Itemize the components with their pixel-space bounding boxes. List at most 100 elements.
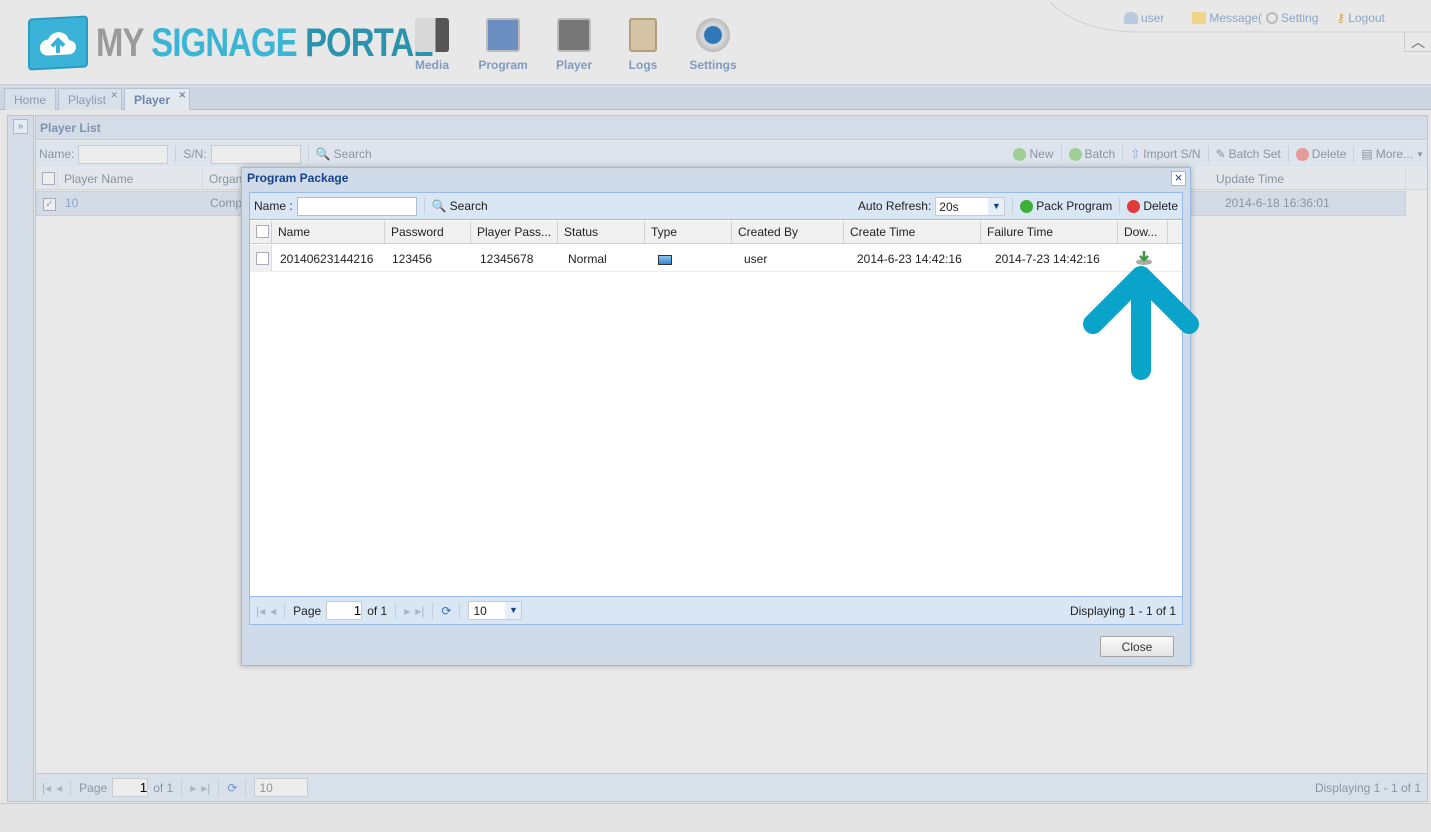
first-page-icon[interactable]: |◂: [256, 604, 265, 618]
player-icon: [557, 18, 591, 52]
status-bar: [0, 803, 1431, 832]
select-all-checkbox[interactable]: [256, 225, 269, 238]
column-created-by[interactable]: Created By: [732, 221, 844, 243]
add-icon: [1013, 147, 1027, 161]
nav-player[interactable]: Player: [539, 18, 609, 72]
close-tab-icon[interactable]: ✕: [110, 90, 118, 101]
settings-icon: [696, 18, 730, 52]
panel-title: Player List: [36, 116, 1427, 140]
row-checkbox[interactable]: [256, 252, 269, 265]
nav-media[interactable]: Media: [397, 18, 467, 72]
column-failure-time[interactable]: Failure Time: [981, 221, 1118, 243]
page-size-select[interactable]: 10 ▼: [468, 601, 523, 620]
add-icon: [1068, 147, 1082, 161]
table-icon: ▤: [1361, 147, 1373, 161]
column-password[interactable]: Password: [385, 221, 471, 243]
user-link[interactable]: user: [1124, 11, 1164, 25]
delete-button[interactable]: Delete: [1295, 147, 1346, 161]
search-icon: 🔍: [315, 147, 331, 161]
sidebar-collapsed: »: [7, 115, 34, 802]
dialog-title: Program Package: [247, 171, 349, 185]
refresh-icon[interactable]: ⟳: [227, 781, 237, 795]
column-player-password[interactable]: Player Pass...: [471, 221, 558, 243]
message-link[interactable]: Message(: [1192, 11, 1262, 25]
package-name-input[interactable]: [296, 196, 417, 216]
screen-icon: [658, 255, 672, 265]
user-icon: [1124, 12, 1138, 24]
package-pager: |◂◂ Page of 1 ▸▸| ⟳ 10▼ Displaying 1 - 1…: [250, 596, 1182, 624]
remove-icon: [1127, 199, 1141, 213]
page-input[interactable]: [326, 601, 363, 620]
close-button[interactable]: Close: [1100, 636, 1174, 657]
sn-input[interactable]: [210, 144, 301, 164]
prev-page-icon[interactable]: ◂: [56, 781, 62, 795]
dialog-body: Name : 🔍 Search Auto Refresh: 20s ▼ Pack P…: [249, 192, 1183, 625]
tab-player[interactable]: Player ✕: [124, 88, 190, 110]
first-page-icon[interactable]: |◂: [42, 781, 51, 795]
close-icon[interactable]: ×: [1171, 171, 1186, 186]
next-page-icon[interactable]: ▸: [190, 781, 196, 795]
select-all-checkbox[interactable]: [42, 172, 55, 185]
page-input[interactable]: [112, 778, 149, 797]
batch-set-button[interactable]: ✎ Batch Set: [1216, 147, 1281, 161]
package-grid-header: Name Password Player Pass... Status Type…: [250, 221, 1182, 244]
column-name[interactable]: Name: [272, 221, 385, 243]
remove-icon: [1295, 147, 1309, 161]
package-search-button[interactable]: 🔍 Search: [432, 199, 488, 213]
prev-page-icon[interactable]: ◂: [270, 604, 276, 618]
next-page-icon[interactable]: ▸: [404, 604, 410, 618]
logs-icon: [629, 18, 657, 52]
search-icon: 🔍: [431, 199, 447, 213]
column-download[interactable]: Dow...: [1118, 221, 1168, 243]
table-row[interactable]: 20140623144216 123456 12345678 Normal us…: [250, 245, 1182, 272]
player-pager: |◂◂ Page of 1 ▸▸| ⟳ 10 Displaying 1 - 1 …: [36, 773, 1427, 801]
player-toolbar: Name: S/N: 🔍 Search New Batch ⇧ Import S/N…: [36, 141, 1427, 167]
auto-refresh-select[interactable]: 20s ▼: [935, 196, 1006, 216]
header: MY SIGNAGE PORTAL Media Program Player L…: [0, 0, 1431, 86]
row-checkbox[interactable]: ✓: [43, 198, 56, 211]
column-create-time[interactable]: Create Time: [844, 221, 981, 243]
nav-settings[interactable]: Settings: [678, 18, 748, 72]
logout-link[interactable]: ⚷ Logout: [1336, 11, 1385, 25]
pack-program-button[interactable]: Pack Program: [1020, 199, 1112, 213]
column-type[interactable]: Type: [645, 221, 732, 243]
program-icon: [486, 18, 520, 52]
column-status[interactable]: Status: [558, 221, 645, 243]
package-delete-button[interactable]: Delete: [1127, 199, 1178, 213]
last-page-icon[interactable]: ▸|: [415, 604, 424, 618]
envelope-icon: [1192, 12, 1207, 24]
last-page-icon[interactable]: ▸|: [201, 781, 210, 795]
edit-icon: ✎: [1215, 147, 1226, 161]
collapse-header-button[interactable]: ︿: [1404, 32, 1431, 52]
tab-playlist[interactable]: Playlist ✕: [58, 88, 122, 110]
media-icon: [415, 18, 449, 52]
key-icon: ⚷: [1336, 11, 1346, 25]
program-package-dialog: Program Package × Name : 🔍 Search Auto Re…: [241, 167, 1191, 666]
close-tab-icon[interactable]: ✕: [178, 90, 186, 101]
column-organ[interactable]: Organ: [203, 168, 243, 189]
setting-link[interactable]: Setting: [1266, 11, 1318, 25]
tab-bar: Home Playlist ✕ Player ✕: [0, 87, 1431, 110]
page-size-select[interactable]: 10: [254, 778, 309, 797]
arrow-up-annotation-icon: [1083, 266, 1199, 380]
cloud-upload-icon: [28, 15, 88, 71]
column-update-time[interactable]: Update Time: [1210, 168, 1406, 189]
refresh-icon[interactable]: ⟳: [441, 604, 451, 618]
new-button[interactable]: New: [1013, 147, 1054, 161]
add-icon: [1020, 199, 1034, 213]
chevron-down-icon: ▼: [988, 197, 1005, 215]
expand-sidebar-icon[interactable]: »: [13, 119, 28, 134]
nav-program[interactable]: Program: [468, 18, 538, 72]
player-name-input[interactable]: [78, 144, 169, 164]
column-player-name[interactable]: Player Name: [58, 168, 203, 189]
batch-button[interactable]: Batch: [1068, 147, 1115, 161]
search-button[interactable]: 🔍 Search: [316, 147, 372, 161]
import-sn-button[interactable]: ⇧ Import S/N: [1130, 147, 1200, 161]
more-button[interactable]: ▤ More... ▼: [1361, 147, 1424, 161]
tab-home[interactable]: Home: [4, 88, 56, 110]
caret-down-icon: ▼: [1416, 149, 1424, 159]
nav-logs[interactable]: Logs: [608, 18, 678, 72]
chevron-down-icon: ▼: [505, 602, 522, 619]
arrow-up-icon: ⇧: [1130, 147, 1141, 161]
gear-icon: [1266, 12, 1279, 24]
